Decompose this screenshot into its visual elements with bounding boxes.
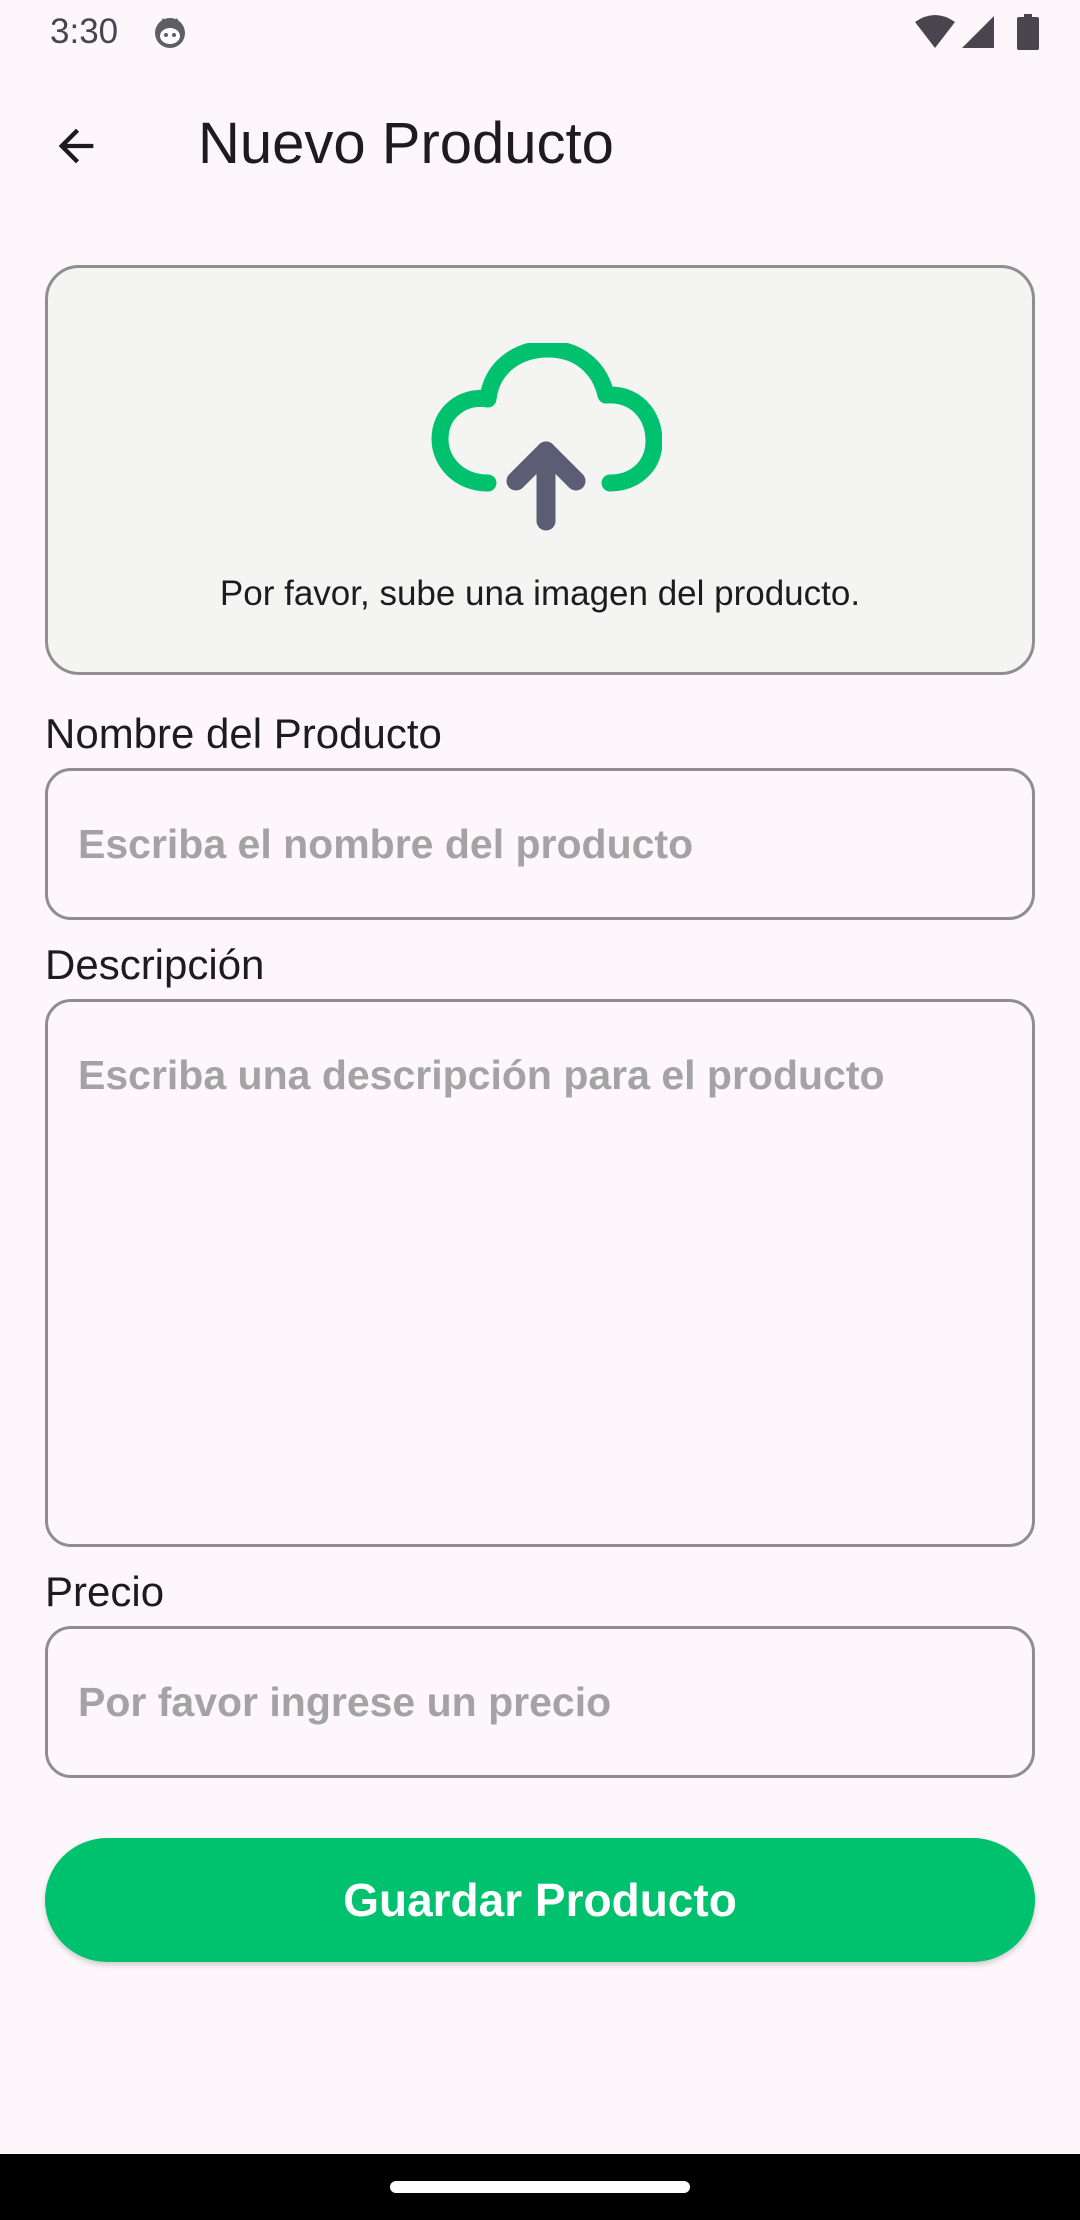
- app-bar: Nuevo Producto: [0, 80, 1080, 204]
- status-time: 3:30: [50, 12, 119, 51]
- price-label: Precio: [45, 1568, 165, 1615]
- status-bar: 3:30: [0, 0, 1080, 66]
- description-label: Descripción: [45, 941, 265, 988]
- cloud-upload-icon: [431, 343, 662, 531]
- product-name-label: Nombre del Producto: [45, 710, 442, 757]
- android-cat-icon: [155, 18, 185, 48]
- price-input[interactable]: [45, 1626, 1035, 1778]
- signal-icon: [962, 16, 994, 48]
- image-upload-area[interactable]: Por favor, sube una imagen del producto.: [45, 265, 1035, 675]
- save-product-button[interactable]: Guardar Producto: [45, 1838, 1035, 1962]
- upload-hint-text: Por favor, sube una imagen del producto.: [219, 574, 861, 613]
- back-button[interactable]: [36, 106, 116, 186]
- wifi-icon: [915, 15, 955, 48]
- description-textarea[interactable]: [45, 999, 1035, 1547]
- home-indicator[interactable]: [390, 2181, 690, 2193]
- navigation-bar: [0, 2154, 1080, 2220]
- battery-icon: [1017, 14, 1039, 50]
- arrow-back-icon: [58, 128, 94, 164]
- page-title: Nuevo Producto: [198, 111, 614, 176]
- product-name-input[interactable]: [45, 768, 1035, 920]
